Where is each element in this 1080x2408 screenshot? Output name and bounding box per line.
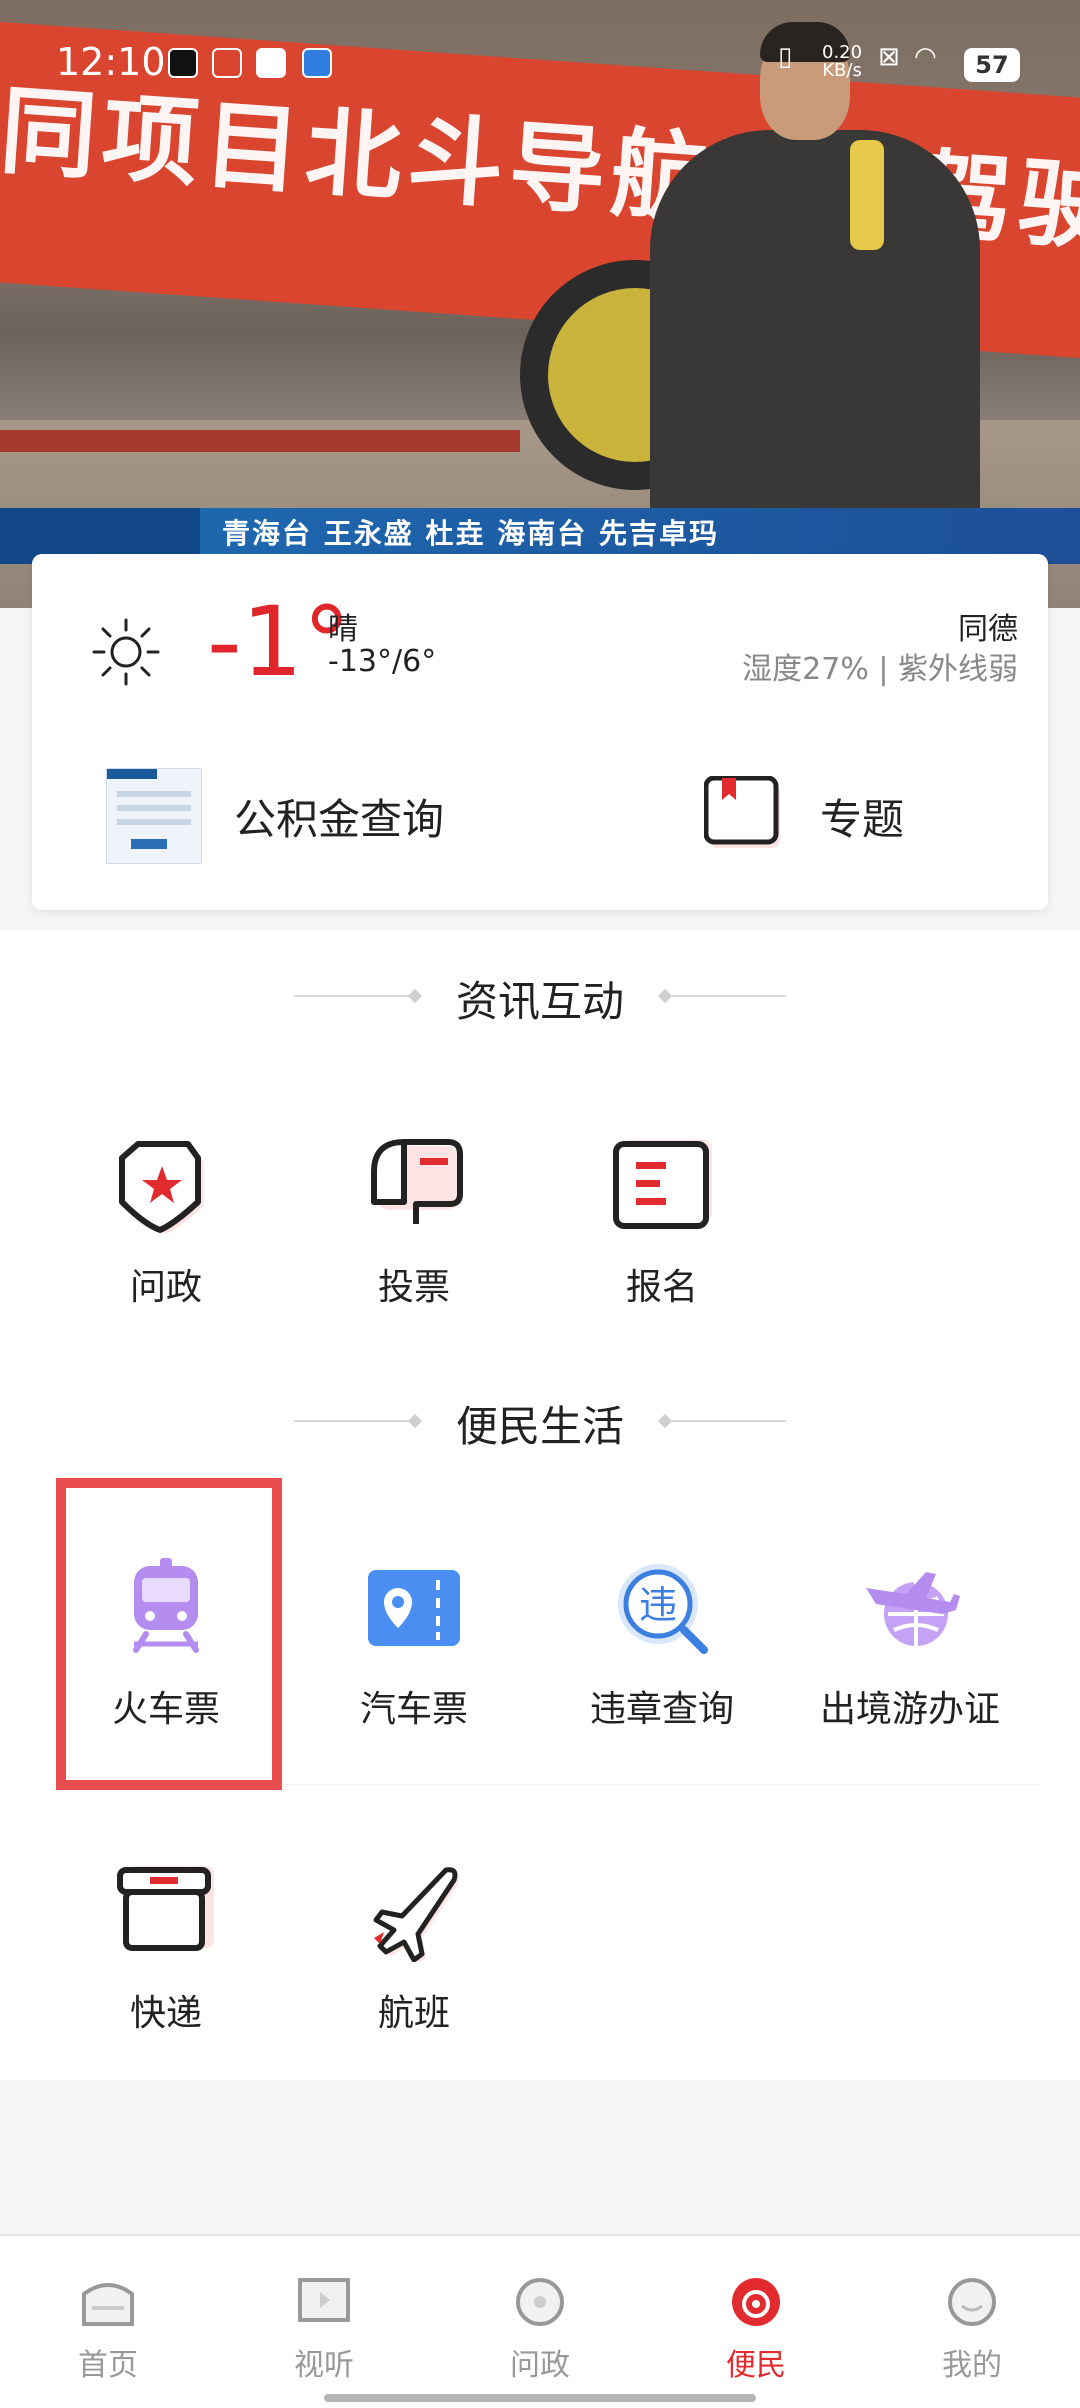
nav-wenzheng[interactable]: 问政: [480, 2276, 600, 2384]
weather-card: -1° 晴 -13°/6° 同德 湿度27% | 紫外线弱 公积金查询 专题: [32, 554, 1048, 910]
hero-caption-text: 青海台 王永盛 杜垚 海南台 先吉卓玛: [222, 517, 719, 550]
selection-highlight-box: [56, 1478, 282, 1790]
airplane-icon: [373, 1867, 459, 1964]
battery-indicator: 57: [964, 48, 1020, 82]
section-divider-right: [670, 995, 786, 997]
question-circle-icon: [516, 2278, 564, 2326]
gesture-home-bar[interactable]: [324, 2394, 756, 2402]
gjj-thumb-line: [117, 819, 191, 825]
app-notification-icon: [302, 48, 332, 78]
status-bar: 12:10 ▯ 0.20 KB/s ⊠ ◠ 57: [0, 0, 1080, 120]
convenience-active-icon: [732, 2278, 780, 2326]
bottom-navigation: 首页 视听 问政 便民 我的: [0, 2234, 1080, 2408]
grid-label: 航班: [377, 1993, 450, 2034]
nav-av[interactable]: 视听: [264, 2276, 384, 2384]
weather-condition: 晴: [328, 612, 358, 647]
mail-icon: [256, 48, 286, 78]
grid-label: 出境游办证: [819, 1689, 1000, 1730]
grid-item-bus-ticket[interactable]: 汽车票: [314, 1558, 514, 1732]
gjj-thumbnail-icon[interactable]: [106, 768, 202, 864]
location-ticket-icon: [368, 1570, 460, 1646]
nav-mine[interactable]: 我的: [912, 2276, 1032, 2384]
shield-star-icon: [119, 1141, 204, 1234]
grid-label: 报名: [625, 1267, 698, 1308]
nav-home[interactable]: 首页: [48, 2276, 168, 2384]
bookmark-topic-icon[interactable]: [704, 776, 784, 852]
wifi-icon: ◠: [914, 42, 937, 72]
hero-plow-rail: [0, 430, 520, 452]
grid-item-express[interactable]: 快递: [66, 1862, 266, 2036]
grid-label: 问政: [129, 1267, 202, 1308]
status-time: 12:10: [56, 40, 166, 84]
form-list-icon: [613, 1140, 712, 1229]
nav-label: 我的: [942, 2348, 1002, 2383]
temperature-range: -13°/6°: [328, 644, 437, 679]
weather-city[interactable]: 同德: [958, 604, 1018, 648]
grid-item-violation-query[interactable]: 违 违章查询: [562, 1558, 762, 1732]
topic-link[interactable]: 专题: [820, 786, 904, 847]
nav-label: 首页: [78, 2348, 138, 2383]
video-screen-icon: [298, 2278, 350, 2322]
vibrate-icon: ▯: [778, 42, 793, 72]
home-icon: [82, 2283, 134, 2326]
grid-label: 快递: [129, 1993, 202, 2034]
grid-item-flight[interactable]: 航班: [314, 1862, 514, 2036]
microphone: [850, 140, 884, 250]
grid-item-travel-permit[interactable]: 出境游办证: [810, 1558, 1010, 1732]
svg-text:违: 违: [639, 1583, 677, 1627]
nav-bianmin[interactable]: 便民: [696, 2276, 816, 2384]
gjj-thumb-header: [107, 769, 157, 779]
ballot-book-icon: [371, 1139, 463, 1224]
nav-label: 便民: [726, 2348, 786, 2383]
speaker-body: [650, 130, 980, 550]
network-speed: 0.20 KB/s: [822, 44, 862, 80]
profile-circle-icon: [948, 2278, 996, 2326]
humidity-uv: 湿度27% | 紫外线弱: [742, 652, 1018, 687]
nav-label: 视听: [294, 2348, 354, 2383]
grid-item-signup[interactable]: 报名: [562, 1136, 762, 1310]
section-title-news: 资讯互动: [455, 977, 624, 1026]
section-title-convenience: 便民生活: [455, 1402, 624, 1451]
flash-icon: [212, 48, 242, 78]
tiktok-icon: [168, 48, 198, 78]
grid-item-vote[interactable]: 投票: [314, 1136, 514, 1310]
network-speed-unit: KB/s: [822, 60, 862, 81]
grid-label: 投票: [377, 1267, 450, 1308]
airplane-globe-icon: [866, 1572, 960, 1646]
gjj-query-link[interactable]: 公积金查询: [234, 786, 444, 847]
section-divider-right: [670, 1420, 786, 1422]
gjj-thumb-line: [117, 805, 191, 811]
package-box-icon: [117, 1866, 214, 1951]
sun-icon: [92, 618, 160, 686]
magnifier-violation-icon: 违: [618, 1564, 708, 1654]
gjj-thumb-line: [117, 791, 191, 797]
grid-label: 违章查询: [589, 1689, 734, 1730]
sim-icon: ⊠: [878, 42, 900, 72]
nav-label: 问政: [510, 2348, 570, 2383]
grid-label: 汽车票: [359, 1689, 468, 1730]
grid-item-wenzheng[interactable]: 问政: [66, 1136, 266, 1310]
gjj-thumb-button: [131, 839, 167, 849]
